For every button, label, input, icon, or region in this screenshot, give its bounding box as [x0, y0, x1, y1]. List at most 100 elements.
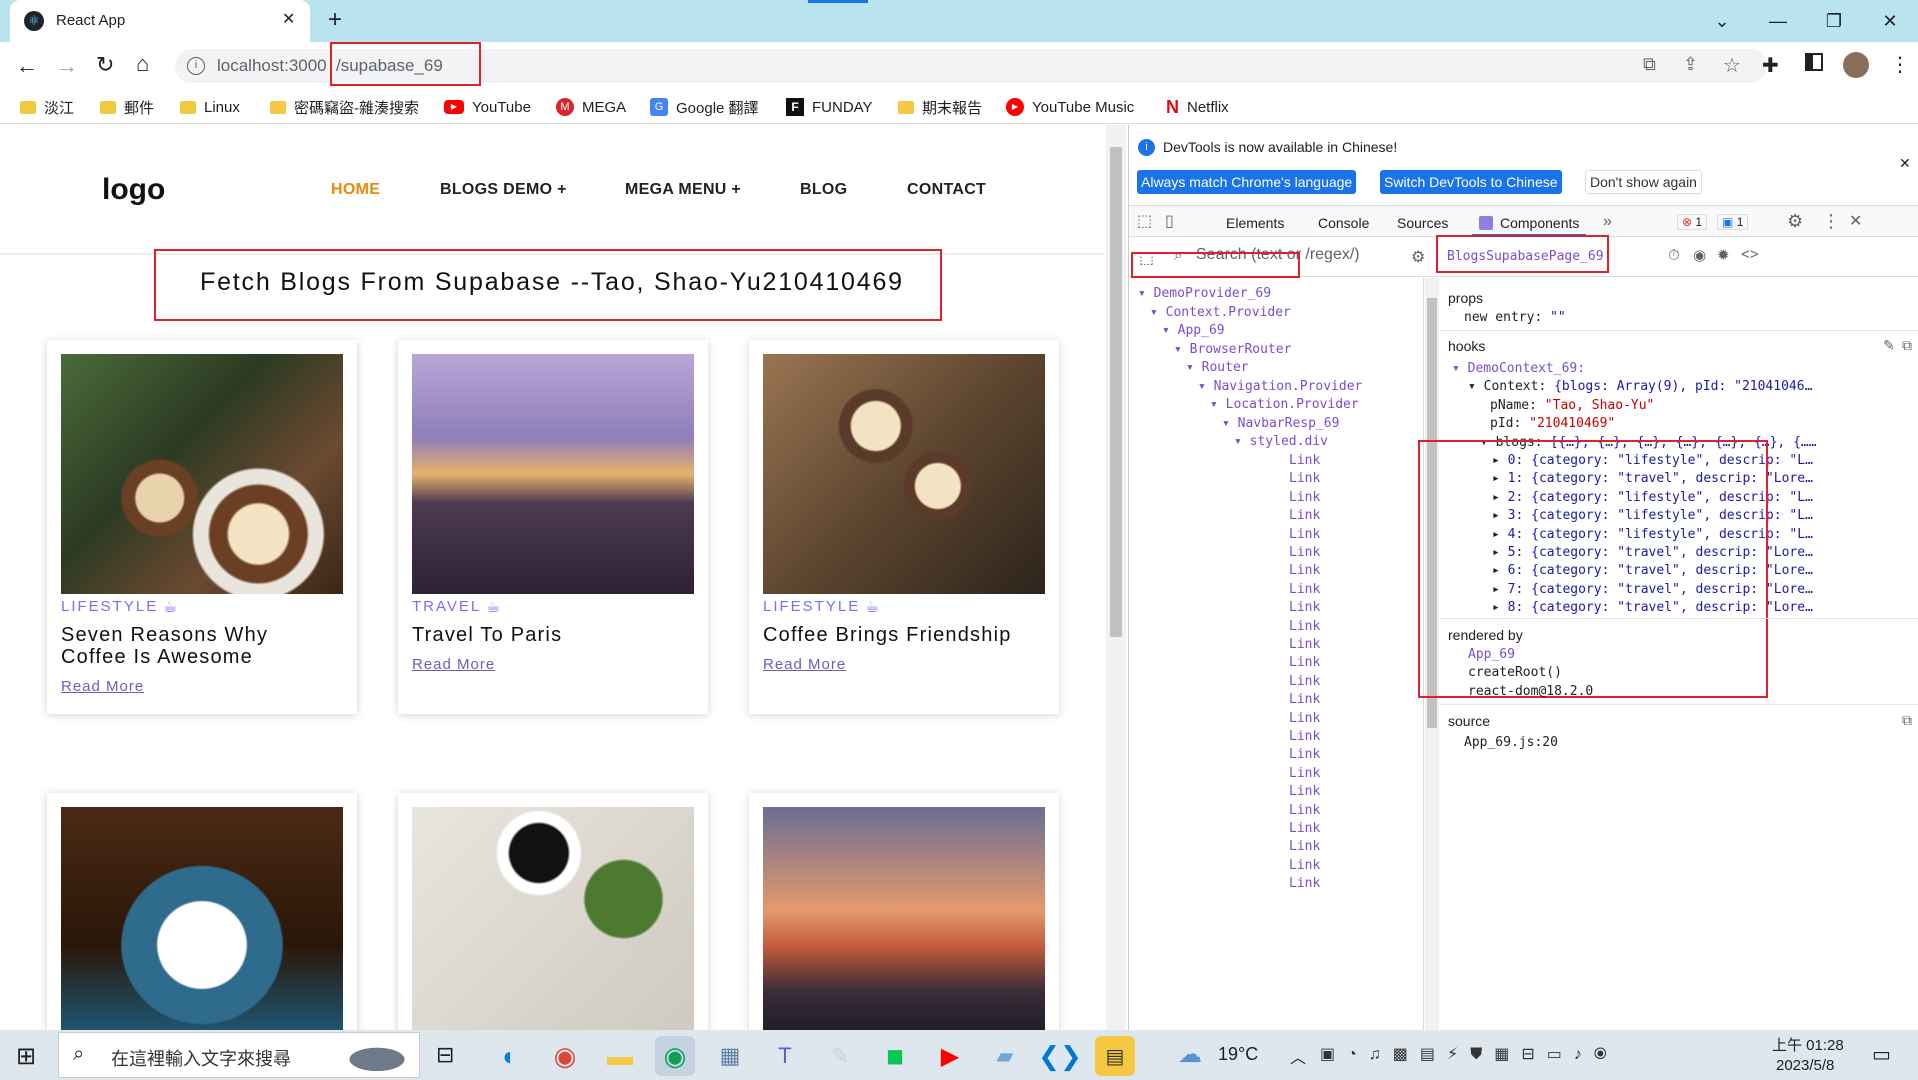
tree-node-link[interactable]: Link [1289, 563, 1320, 578]
forward-icon[interactable]: → [56, 53, 78, 79]
read-more-link[interactable]: Read More [61, 678, 144, 695]
tree-node[interactable]: ▾ NavbarResp_69 [1222, 416, 1339, 431]
tree-node-link[interactable]: Link [1289, 453, 1320, 468]
tab-console[interactable]: Console [1318, 215, 1369, 231]
extensions-icon[interactable]: ✚ [1762, 53, 1779, 78]
prop-row[interactable]: new entry: "" [1464, 310, 1566, 325]
close-tab-icon[interactable]: ✕ [282, 9, 295, 29]
bookmark-item[interactable]: ▶ YouTube [444, 96, 531, 118]
tree-node-link[interactable]: Link [1289, 839, 1320, 854]
tree-node-link[interactable]: Link [1289, 784, 1320, 799]
tree-node-link[interactable]: Link [1289, 508, 1320, 523]
bookmark-item[interactable]: ▶ YouTube Music [1006, 96, 1134, 118]
device-toolbar-icon[interactable]: ▯ [1165, 211, 1174, 231]
chrome-profile-icon[interactable]: ◉ [655, 1036, 695, 1076]
tree-node-link[interactable]: Link [1289, 692, 1320, 707]
taskbar-search[interactable]: ⌕ 在這裡輸入文字來搜尋 [58, 1032, 420, 1078]
tree-node-link[interactable]: Link [1289, 637, 1320, 652]
back-icon[interactable]: ← [16, 53, 38, 79]
tree-node-link[interactable]: Link [1289, 858, 1320, 873]
copy-hooks-icon[interactable]: ⧉ [1902, 337, 1912, 354]
bookmark-item[interactable]: 郵件 [100, 96, 154, 118]
calculator-icon[interactable]: ▦ [710, 1036, 750, 1076]
clock-time[interactable]: 上午 01:28 [1772, 1034, 1844, 1055]
tree-node-link[interactable]: Link [1289, 821, 1320, 836]
vscode-icon[interactable]: ❮❯ [1038, 1036, 1082, 1076]
bookmark-item[interactable]: M MEGA [556, 96, 626, 118]
home-icon[interactable]: ⌂ [136, 51, 149, 77]
dont-show-button[interactable]: Don't show again [1585, 170, 1702, 194]
card-title[interactable]: Coffee Brings Friendship [763, 624, 1012, 646]
tree-node-link[interactable]: Link [1289, 766, 1320, 781]
tree-node-link[interactable]: Link [1289, 655, 1320, 670]
context-row[interactable]: ▾ Context: {blogs: Array(9), pId: "21041… [1468, 379, 1812, 394]
nav-blogs-demo[interactable]: BLOGS DEMO + [440, 181, 567, 199]
tree-node-link[interactable]: Link [1289, 674, 1320, 689]
edge-icon[interactable]: ◐ [490, 1036, 530, 1076]
tree-node-link[interactable]: Link [1289, 747, 1320, 762]
bookmark-star-icon[interactable]: ☆ [1723, 53, 1741, 78]
tree-node-link[interactable]: Link [1289, 619, 1320, 634]
avatar[interactable] [1843, 52, 1869, 78]
share-icon[interactable]: ⇪ [1683, 54, 1698, 75]
nav-contact[interactable]: CONTACT [907, 181, 986, 199]
timer-icon[interactable]: ⏱ [1668, 247, 1680, 264]
open-in-app-icon[interactable]: ⧉ [1643, 54, 1656, 75]
bug-icon[interactable]: ✹ [1717, 246, 1730, 264]
maximize-button[interactable]: ❐ [1806, 0, 1862, 42]
tree-node-link[interactable]: Link [1289, 711, 1320, 726]
message-badge[interactable]: ▣ 1 [1717, 214, 1749, 230]
card-title[interactable]: Travel To Paris [412, 624, 562, 646]
card-category[interactable]: LIFESTYLE [61, 598, 158, 615]
page-scrollbar-thumb[interactable] [1110, 147, 1122, 637]
new-tab-button[interactable]: + [328, 6, 342, 34]
nav-mega-menu[interactable]: MEGA MENU + [625, 181, 741, 199]
site-logo[interactable]: logo [102, 173, 165, 207]
tab-sources[interactable]: Sources [1397, 215, 1448, 231]
tree-node-link[interactable]: Link [1289, 471, 1320, 486]
card-title[interactable]: Seven Reasons Why [61, 624, 268, 646]
hook-name[interactable]: ▾ DemoContext_69: [1452, 361, 1585, 376]
error-badge[interactable]: ⊗ 1 [1677, 214, 1708, 230]
tree-node-link[interactable]: Link [1289, 600, 1320, 615]
tree-node-link[interactable]: Link [1289, 545, 1320, 560]
clock-date[interactable]: 2023/5/8 [1776, 1057, 1834, 1074]
tab-search-icon[interactable]: ⌄ [1694, 0, 1750, 42]
tree-node[interactable]: ▾ styled.div [1234, 434, 1328, 449]
edit-hooks-icon[interactable]: ✎ [1883, 337, 1895, 354]
chrome-icon[interactable]: ◉ [545, 1036, 585, 1076]
reload-icon[interactable]: ↻ [96, 52, 114, 78]
teams-icon[interactable]: T [765, 1036, 805, 1076]
bookmark-item[interactable]: N Netflix [1166, 96, 1229, 118]
tree-node-link[interactable]: Link [1289, 876, 1320, 891]
notification-icon[interactable]: ▭ [1872, 1042, 1891, 1067]
temperature[interactable]: 19°C [1218, 1044, 1258, 1065]
browser-tab[interactable]: ⚛ React App ✕ [10, 0, 310, 42]
pname-row[interactable]: pName: "Tao, Shao-Yu" [1490, 398, 1654, 413]
nav-blog[interactable]: BLOG [800, 181, 847, 199]
rendered-by-item[interactable]: App_69 [1468, 647, 1515, 662]
card-title-line2[interactable]: Coffee Is Awesome [61, 646, 253, 668]
inspect-icon[interactable]: ⬚ [1137, 211, 1152, 231]
tab-components[interactable]: Components [1500, 215, 1579, 231]
task-view-icon[interactable]: ⊟ [436, 1042, 454, 1068]
tree-node[interactable]: ▾ App_69 [1162, 323, 1225, 338]
switch-language-button[interactable]: Switch DevTools to Chinese [1380, 170, 1562, 194]
tree-node-link[interactable]: Link [1289, 527, 1320, 542]
code-icon[interactable]: <> [1741, 246, 1759, 263]
card-category[interactable]: LIFESTYLE [763, 598, 860, 615]
pid-row[interactable]: pId: "210410469" [1490, 416, 1615, 431]
side-panel-icon[interactable] [1805, 53, 1823, 71]
read-more-link[interactable]: Read More [412, 656, 495, 673]
match-language-button[interactable]: Always match Chrome's language [1137, 170, 1357, 194]
close-window-button[interactable]: ✕ [1862, 0, 1918, 42]
tree-node[interactable]: ▾ DemoProvider_69 [1138, 286, 1271, 301]
tray-chevron-icon[interactable]: ︿ [1290, 1044, 1306, 1068]
tree-node-link[interactable]: Link [1289, 582, 1320, 597]
bookmark-item[interactable]: F FUNDAY [786, 96, 873, 118]
nav-home[interactable]: HOME [331, 181, 380, 199]
bookmark-item[interactable]: G Google 翻譯 [650, 96, 759, 118]
copy-source-icon[interactable]: ⧉ [1902, 712, 1912, 729]
settings-gear-icon[interactable]: ⚙ [1787, 211, 1803, 232]
tray-icons[interactable]: ▣◔♫▩▤⚡⛊▦⊟▭♪⦿ [1320, 1044, 1619, 1064]
